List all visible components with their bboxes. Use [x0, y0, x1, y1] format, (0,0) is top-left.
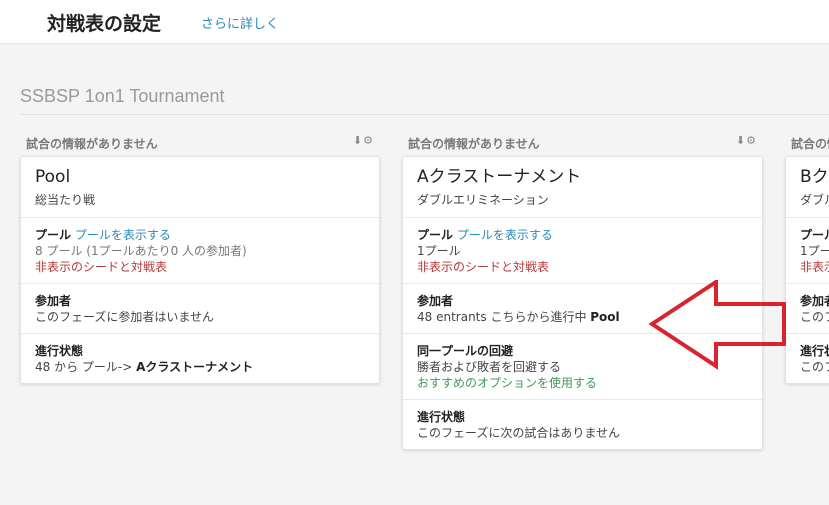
phase-type: 総当たり戦 — [35, 193, 96, 207]
hidden-seeds-link[interactable]: 非表示のシードと対戦表 — [417, 260, 549, 274]
phase-tools: ⬇⚙ — [736, 134, 757, 147]
phase-type: ダブルエリミネーション — [800, 193, 829, 207]
progress-section: 進行状態 48 から プール-> Aクラストーナメント — [21, 334, 379, 383]
pool-label: プール — [800, 228, 829, 242]
pool-count: 1プール — [417, 244, 461, 258]
phase-name[interactable]: Aクラストーナメント — [417, 167, 748, 188]
no-match-info: 試合の情報がありません — [26, 137, 158, 151]
entrants-label: 参加者 — [35, 294, 72, 308]
progress-target: Aクラストーナメント — [136, 360, 254, 374]
annotation-arrow-icon — [648, 280, 786, 370]
gear-icon[interactable]: ⚙ — [363, 134, 374, 147]
pool-section: プール プールを表示する 8 プール (1プールあたり0 人の参加者) 非表示の… — [21, 218, 379, 284]
pool-label: プール — [35, 228, 72, 242]
tournament-title: SSBSP 1on1 Tournament — [20, 86, 225, 106]
phase-column-header: 試合の情報がありません ⬇⚙ — [20, 128, 380, 156]
use-recommended-link[interactable]: おすすめのオプションを使用する — [417, 376, 597, 390]
phase-card-header: Pool 総当たり戦 — [21, 157, 379, 218]
phase-card: Pool 総当たり戦 プール プールを表示する 8 プール (1プールあたり0 … — [20, 156, 380, 384]
phase-name[interactable]: Bクラストーナメント — [800, 167, 829, 188]
gear-icon[interactable]: ⚙ — [746, 134, 757, 147]
no-match-info: 試合の情報がありません — [791, 137, 829, 151]
learn-more-link[interactable]: さらに詳しく — [201, 13, 279, 32]
progress-text: このフェーズに次の試合はありません — [800, 360, 829, 374]
title-divider — [20, 114, 829, 115]
progress-label: 進行状態 — [417, 410, 466, 424]
no-match-info: 試合の情報がありません — [408, 137, 540, 151]
phase-card: Bクラストーナメント ダブルエリミネーション プール 1プール 非表示のシードと… — [785, 156, 829, 384]
pool-count: 8 プール — [35, 244, 83, 258]
entrants-text: 48 entrants こちらから進行中 — [417, 310, 591, 324]
entrants-section: 参加者 このフェーズに参加者はいません — [786, 284, 829, 334]
hidden-seeds-link[interactable]: 非表示のシードと対戦表 — [800, 260, 829, 274]
phase-column-header: 試合の情報がありません — [785, 128, 829, 156]
pool-section: プール プールを表示する 1プール 非表示のシードと対戦表 — [403, 218, 762, 284]
progress-section: 進行状態 このフェーズに次の試合はありません — [403, 400, 762, 449]
phase-column-pool: 試合の情報がありません ⬇⚙ Pool 総当たり戦 プール プールを表示する 8… — [20, 128, 380, 384]
progress-label: 進行状態 — [35, 344, 84, 358]
phase-type: ダブルエリミネーション — [417, 193, 549, 207]
entrants-text: このフェーズに参加者はいません — [35, 310, 215, 324]
pool-count: 1プール — [800, 244, 829, 258]
pool-detail: (1プールあたり0 人の参加者) — [86, 244, 247, 258]
phase-card-header: Aクラストーナメント ダブルエリミネーション — [403, 157, 762, 218]
entrants-text: このフェーズに参加者はいません — [800, 310, 829, 324]
page-header: 対戦表の設定 さらに詳しく — [0, 0, 829, 44]
progress-text: このフェーズに次の試合はありません — [417, 426, 621, 440]
entrants-source: Pool — [590, 310, 620, 324]
pool-label: プール — [417, 228, 454, 242]
pool-section: プール 1プール 非表示のシードと対戦表 — [786, 218, 829, 284]
page: 対戦表の設定 さらに詳しく SSBSP 1on1 Tournament 試合の情… — [0, 0, 829, 505]
view-pools-link[interactable]: プールを表示する — [457, 228, 553, 242]
page-title: 対戦表の設定 — [47, 13, 162, 35]
phase-column-header: 試合の情報がありません ⬇⚙ — [402, 128, 763, 156]
entrants-section: 参加者 このフェーズに参加者はいません — [21, 284, 379, 334]
phase-column-b-class: 試合の情報がありません Bクラストーナメント ダブルエリミネーション プール 1… — [785, 128, 829, 384]
phase-card-header: Bクラストーナメント ダブルエリミネーション — [786, 157, 829, 218]
view-pools-link[interactable]: プールを表示する — [75, 228, 171, 242]
entrants-label: 参加者 — [800, 294, 829, 308]
progress-label: 進行状態 — [800, 344, 829, 358]
download-icon[interactable]: ⬇ — [353, 134, 363, 147]
progress-text: 48 から プール-> — [35, 360, 137, 374]
phase-tools: ⬇⚙ — [353, 134, 374, 147]
progress-section: 進行状態 このフェーズに次の試合はありません — [786, 334, 829, 383]
download-icon[interactable]: ⬇ — [736, 134, 746, 147]
hidden-seeds-link[interactable]: 非表示のシードと対戦表 — [35, 260, 167, 274]
phase-name[interactable]: Pool — [35, 167, 365, 188]
